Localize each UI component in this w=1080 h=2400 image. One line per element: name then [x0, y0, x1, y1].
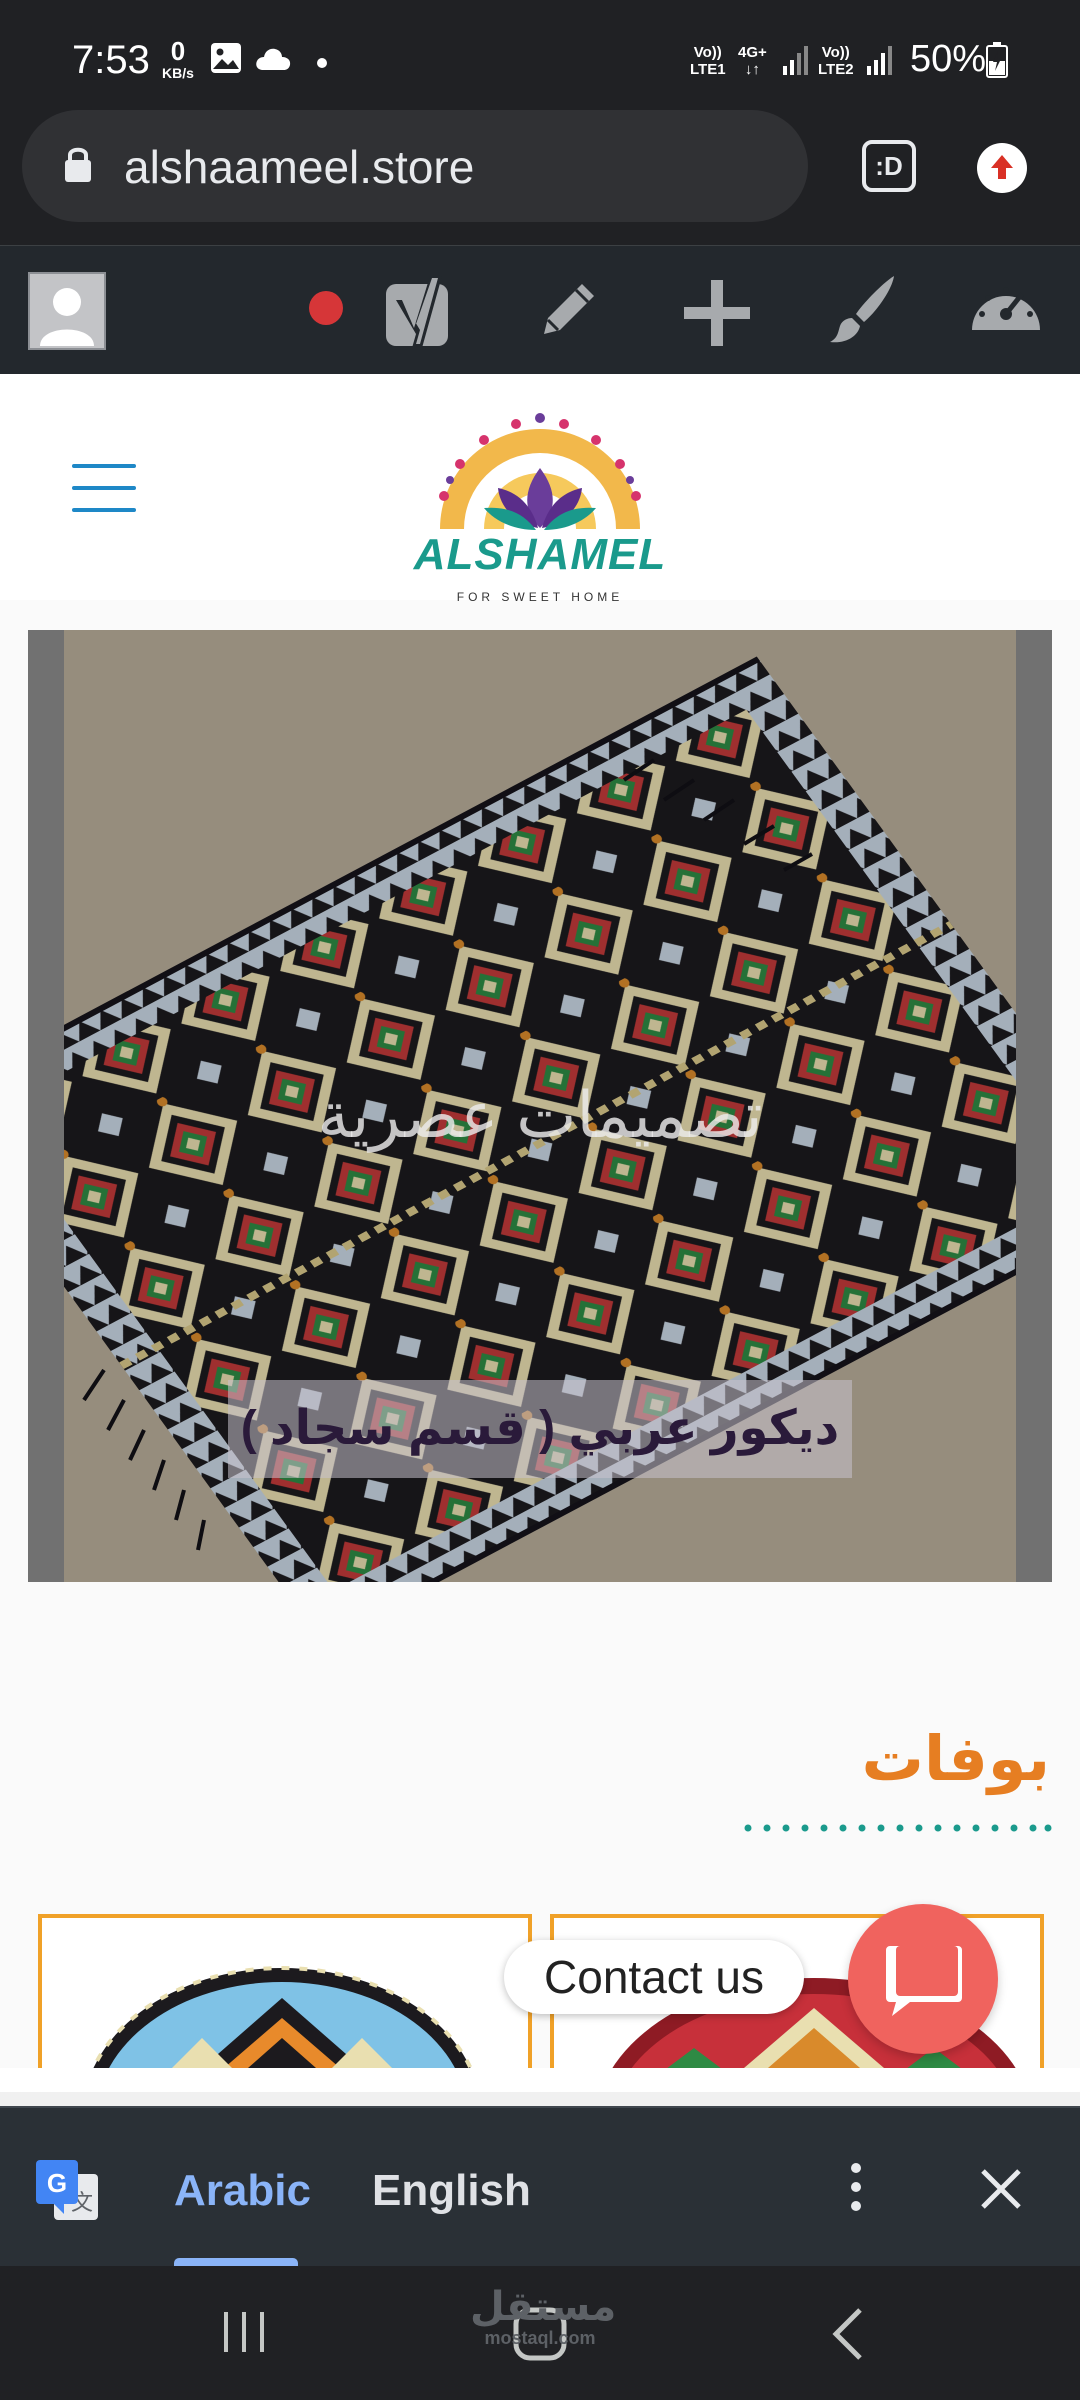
edit-pencil-icon[interactable]: [536, 276, 602, 347]
site-logo[interactable]: ALSHAMEL FOR SWEET HOME: [410, 404, 670, 604]
svg-text:G: G: [47, 2168, 67, 2198]
battery-icon: [986, 42, 1008, 83]
net-speed-unit: KB/s: [162, 65, 194, 81]
tab-switcher-button[interactable]: :D: [862, 140, 916, 192]
sim1-indicator: Vo)) LTE1: [690, 44, 726, 78]
sim2-bottom: LTE2: [818, 61, 854, 78]
gallery-icon: [210, 42, 242, 79]
recent-apps-icon[interactable]: [222, 2310, 266, 2359]
tab-target-language[interactable]: English: [372, 2166, 531, 2216]
watermark-arabic: مستقل: [470, 2285, 617, 2329]
slide-category-button[interactable]: ديكور عربي ( قسم سجاد ): [228, 1380, 852, 1478]
back-icon[interactable]: [830, 2306, 866, 2367]
page-edge: [0, 2068, 1080, 2092]
dot-icon: [316, 56, 328, 74]
signal-icon: [782, 44, 812, 81]
status-bar: 7:53 0 KB/s Vo)) LTE1 4G+ ↓↑ Vo)) LTE2 5…: [0, 0, 1080, 110]
avatar[interactable]: [28, 272, 106, 355]
lock-icon[interactable]: [62, 144, 94, 189]
browser-address-bar: alshaameel.store :D: [0, 110, 1080, 247]
net-speed: 0 KB/s: [158, 38, 198, 80]
net-type: 4G+: [738, 44, 767, 61]
close-icon[interactable]: [980, 2168, 1022, 2215]
page-edge-shadow: [0, 2092, 1080, 2106]
notification-dot-icon: [308, 290, 344, 331]
google-translate-icon[interactable]: 文 G: [34, 2158, 100, 2229]
data-arrows-icon: ↓↑: [744, 61, 760, 78]
logo-subtext: FOR SWEET HOME: [456, 590, 624, 604]
menu-icon[interactable]: [72, 464, 136, 512]
yoast-seo-icon[interactable]: [382, 268, 460, 359]
battery-percent: 50%: [910, 38, 987, 80]
net-type-indicator: 4G+ ↓↑: [738, 44, 767, 78]
watermark-latin: mostaql.com: [484, 2328, 596, 2348]
watermark: مستقل mostaql.com: [470, 2285, 617, 2349]
slide-title: تصميمات عصرية: [317, 1079, 763, 1151]
dashboard-gauge-icon[interactable]: [968, 274, 1044, 347]
net-speed-value: 0: [170, 36, 186, 66]
sim1-bottom: LTE1: [690, 61, 726, 78]
upload-icon[interactable]: [976, 142, 1028, 199]
status-time: 7:53: [72, 38, 150, 82]
add-new-icon[interactable]: [680, 276, 754, 355]
system-nav-bar: مستقل mostaql.com: [0, 2266, 1080, 2400]
url-text: alshaameel.store: [124, 141, 475, 193]
site-header: ALSHAMEL FOR SWEET HOME: [0, 374, 1080, 604]
sim1-top: Vo)): [693, 44, 722, 61]
contact-chat-button[interactable]: [848, 1904, 998, 2054]
contact-us-label[interactable]: Contact us: [504, 1940, 804, 2014]
tab-switcher-label: :D: [875, 151, 903, 181]
signal-icon: [866, 44, 896, 81]
logo-text: ALSHAMEL: [413, 530, 667, 579]
cloud-icon: [254, 46, 292, 77]
url-field[interactable]: alshaameel.store: [22, 110, 808, 222]
tab-source-language[interactable]: Arabic: [174, 2166, 311, 2216]
chat-bubble-icon: [886, 1946, 962, 2016]
hero-slider[interactable]: تصميمات عصرية ديكور عربي ( قسم سجاد ): [28, 630, 1052, 1582]
sim2-indicator: Vo)) LTE2: [818, 44, 854, 78]
customize-brush-icon[interactable]: [824, 272, 900, 353]
logo-mandala-icon: [439, 413, 641, 530]
sim2-top: Vo)): [821, 44, 850, 61]
translate-bar: 文 G Arabic English: [0, 2106, 1080, 2268]
section-title: بوفات: [861, 1725, 1050, 1794]
more-options-icon[interactable]: [846, 2162, 866, 2217]
wp-admin-bar: [0, 246, 1080, 374]
section-divider-dots: [744, 1824, 1052, 1832]
